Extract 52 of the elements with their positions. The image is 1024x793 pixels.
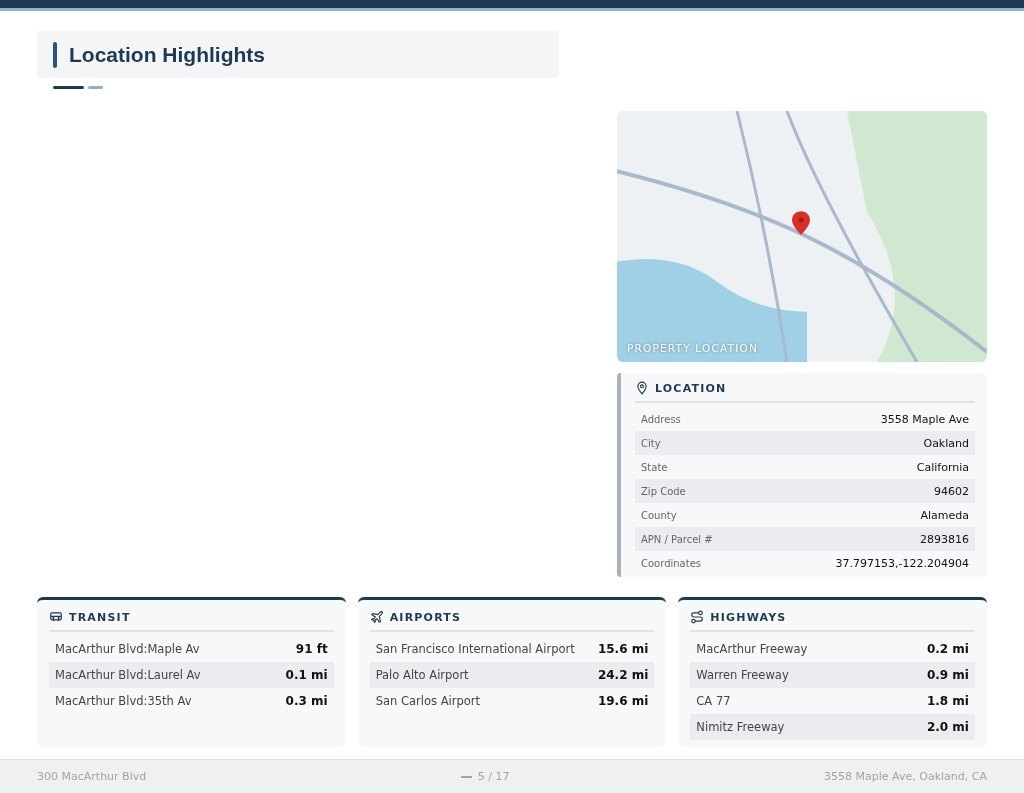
place-name: San Carlos Airport [375, 694, 480, 708]
page-title: Location Highlights [69, 42, 265, 67]
accent-bar [53, 41, 57, 68]
place-name: Palo Alto Airport [375, 668, 469, 682]
detail-label: County [641, 509, 677, 521]
detail-value: 94602 [934, 484, 969, 498]
card-title: AIRPORTS [389, 610, 462, 624]
route-icon [690, 610, 705, 624]
page-number: 5 / 17 [477, 770, 510, 783]
distance-value: 0.2 mi [926, 642, 969, 656]
distance-value: 15.6 mi [597, 642, 649, 656]
distance-value: 1.8 mi [926, 694, 969, 708]
bus-icon [49, 610, 63, 624]
distance-value: 91 ft [295, 642, 328, 656]
place-name: MacArthur Blvd:Maple Av [55, 642, 200, 656]
card-title: HIGHWAYS [710, 610, 787, 624]
distance-value: 2.0 mi [926, 720, 969, 734]
distance-value: 0.9 mi [926, 668, 969, 682]
footer-address: 3558 Maple Ave, Oakland, CA [824, 770, 987, 783]
detail-label: Zip Code [641, 485, 686, 497]
distance-value: 24.2 mi [597, 668, 649, 682]
progress-dash [53, 86, 84, 89]
detail-label: City [641, 437, 661, 449]
map-caption: PROPERTY LOCATION [627, 342, 759, 354]
distance-value: 19.6 mi [597, 694, 649, 708]
place-name: MacArthur Freeway [696, 642, 808, 656]
place-name: CA 77 [696, 694, 731, 708]
place-name: Nimitz Freeway [696, 720, 785, 734]
footer-address: 300 MacArthur Blvd [37, 770, 147, 783]
detail-label: APN / Parcel # [641, 533, 713, 545]
card-title: TRANSIT [69, 610, 131, 624]
airplane-icon [369, 610, 384, 624]
card-title: LOCATION [655, 381, 727, 395]
distance-value: 0.1 mi [285, 668, 328, 682]
map-pin-icon [792, 211, 810, 235]
detail-label: Address [641, 413, 681, 425]
place-name: MacArthur Blvd:35th Av [55, 694, 192, 708]
place-name: MacArthur Blvd:Laurel Av [55, 668, 201, 682]
detail-label: State [641, 461, 668, 473]
location-pin-icon [635, 381, 649, 395]
distance-value: 0.3 mi [285, 694, 328, 708]
detail-value: 3558 Maple Ave [880, 412, 969, 426]
page-dash [460, 775, 472, 778]
detail-value: 2893816 [920, 532, 969, 546]
progress-dash [88, 86, 103, 89]
detail-value: Alameda [920, 508, 969, 522]
detail-value: 37.797153,-122.204904 [835, 556, 969, 570]
detail-value: California [916, 460, 969, 474]
detail-value: Oakland [923, 436, 969, 450]
detail-label: Coordinates [641, 557, 702, 569]
place-name: San Francisco International Airport [375, 642, 575, 656]
place-name: Warren Freeway [696, 668, 789, 682]
